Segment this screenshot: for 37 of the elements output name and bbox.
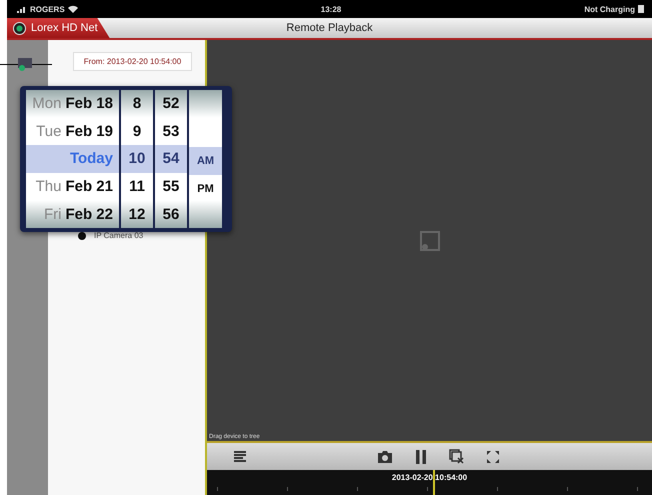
picker-item[interactable]: 11 xyxy=(121,172,153,200)
current-time-label: 2013-02-20 10:54:00 xyxy=(392,473,468,482)
device-icon[interactable] xyxy=(18,58,32,71)
pause-button[interactable] xyxy=(415,448,427,464)
picker-item[interactable]: 53 xyxy=(155,118,187,146)
back-button[interactable]: Lorex HD Net xyxy=(7,18,110,38)
signal-icon xyxy=(17,6,27,12)
picker-item[interactable]: 56 xyxy=(155,200,187,228)
fullscreen-button[interactable] xyxy=(486,450,500,464)
date-picker[interactable]: Mon Feb 18 Tue Feb 19 Today Thu Feb 21 Fri Feb 22 8 9 10 11 12 52 53 54 55 56 AM PM xyxy=(20,86,232,232)
list-button[interactable] xyxy=(233,450,247,464)
camera-button[interactable] xyxy=(377,450,393,464)
picker-item[interactable]: 9 xyxy=(121,118,153,146)
screen-title: Remote Playback xyxy=(286,22,373,34)
close-window-button[interactable] xyxy=(449,449,464,464)
picker-item[interactable]: 12 xyxy=(121,200,153,228)
picker-item[interactable]: Mon Feb 18 xyxy=(26,90,119,118)
picker-item[interactable]: 10 xyxy=(121,145,153,173)
from-date-field[interactable]: From: 2013-02-20 10:54:00 xyxy=(72,52,192,71)
logo-icon xyxy=(13,22,26,34)
carrier-name: ROGERS xyxy=(30,4,65,14)
picker-item[interactable]: 52 xyxy=(155,90,187,118)
wifi-icon xyxy=(68,5,78,13)
picker-item[interactable]: 54 xyxy=(155,145,187,173)
picker-item[interactable]: Fri Feb 22 xyxy=(26,200,119,228)
camera-status-icon xyxy=(78,232,86,240)
video-placeholder-icon xyxy=(418,230,440,252)
picker-item[interactable]: PM xyxy=(189,175,222,203)
picker-item[interactable]: 55 xyxy=(155,172,187,200)
picker-item[interactable]: AM xyxy=(189,147,222,175)
battery-icon xyxy=(638,5,644,13)
picker-item[interactable]: Tue Feb 19 xyxy=(26,118,119,146)
clock: 13:28 xyxy=(320,4,342,14)
device-name[interactable]: IP Camera 03 xyxy=(94,231,144,240)
battery-status: Not Charging xyxy=(584,4,635,14)
picker-item[interactable]: 8 xyxy=(121,90,153,118)
picker-item[interactable]: Thu Feb 21 xyxy=(26,172,119,200)
